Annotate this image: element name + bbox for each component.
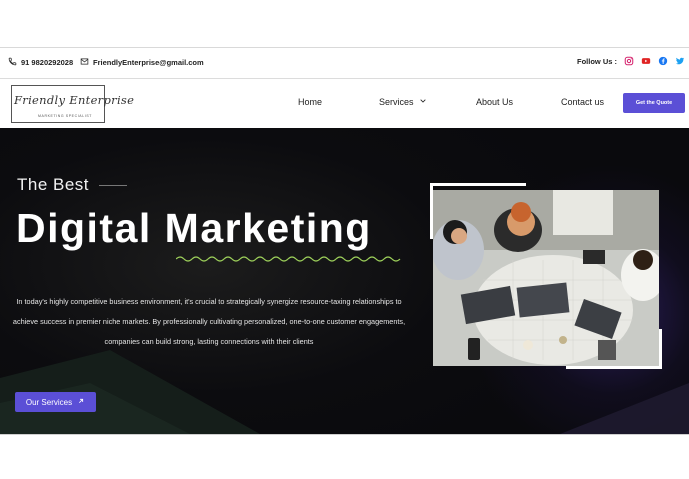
nav-contact-label: Contact us xyxy=(561,97,605,107)
hero-eyebrow-text: The Best xyxy=(17,175,90,194)
twitter-icon[interactable] xyxy=(675,56,685,66)
brand-logo[interactable]: Friendly Enterprise MARKETING SPECIALIST xyxy=(11,85,134,123)
nav-services-label: Services xyxy=(379,97,414,107)
youtube-icon[interactable] xyxy=(641,56,651,66)
mail-icon xyxy=(80,57,89,68)
phone-icon xyxy=(8,57,17,68)
follow-us: Follow Us : xyxy=(577,56,685,66)
page-frame: 91 9820292028 FriendlyEnterprise@gmail.c… xyxy=(0,47,689,435)
team-meeting-photo xyxy=(433,190,659,366)
nav-contact-us[interactable]: Contact us xyxy=(561,97,604,107)
phone-contact[interactable]: 91 9820292028 xyxy=(8,57,73,68)
nav-about-us[interactable]: About Us xyxy=(476,97,513,107)
logo-script-text: Friendly Enterprise xyxy=(14,93,135,107)
nav-home[interactable]: Home xyxy=(298,97,322,107)
bottom-divider xyxy=(0,434,689,435)
facebook-icon[interactable] xyxy=(658,56,668,66)
wave-underline xyxy=(176,256,401,262)
hero-eyebrow: The Best xyxy=(17,175,128,195)
nav-services[interactable]: Services xyxy=(379,97,427,107)
hero-description: In today's highly competitive business e… xyxy=(12,297,406,346)
our-services-button[interactable]: Our Services xyxy=(15,392,96,412)
follow-label: Follow Us : xyxy=(577,56,617,66)
hero-title: Digital Marketing xyxy=(16,205,372,251)
eyebrow-divider xyxy=(99,184,128,186)
top-bar: 91 9820292028 FriendlyEnterprise@gmail.c… xyxy=(0,48,689,79)
phone-number: 91 9820292028 xyxy=(21,58,74,67)
hero-section: The Best Digital Marketing In today's hi… xyxy=(0,128,689,434)
main-navbar: Friendly Enterprise MARKETING SPECIALIST… xyxy=(0,79,689,128)
arrow-up-right-icon xyxy=(77,397,85,407)
email-contact[interactable]: FriendlyEnterprise@gmail.com xyxy=(80,57,204,68)
hero-image-frame xyxy=(430,183,662,369)
logo-tagline: MARKETING SPECIALIST xyxy=(38,114,93,118)
our-services-label: Our Services xyxy=(25,397,73,407)
get-quote-button[interactable]: Get the Quote xyxy=(623,93,685,113)
nav-about-label: About Us xyxy=(476,97,514,107)
chevron-down-icon xyxy=(419,97,427,107)
nav-home-label: Home xyxy=(298,97,323,107)
instagram-icon[interactable] xyxy=(624,56,634,66)
email-address: FriendlyEnterprise@gmail.com xyxy=(93,58,204,67)
